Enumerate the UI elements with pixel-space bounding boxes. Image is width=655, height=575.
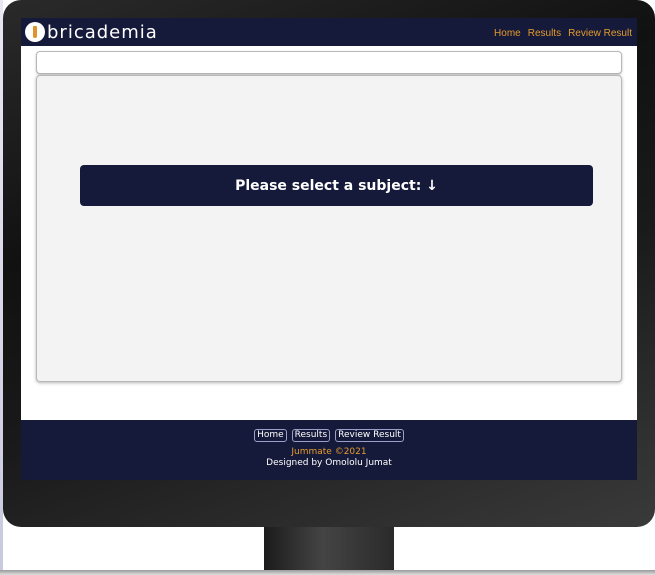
footer: Home Results Review Result Jummate ©2021… xyxy=(21,420,637,480)
main-panel: Please select a subject: ↓ xyxy=(36,75,622,382)
desk-line xyxy=(0,570,655,575)
screen: bricademia Home Results Review Result Pl… xyxy=(21,18,637,480)
footer-home-link[interactable]: Home xyxy=(254,429,287,442)
logo[interactable]: bricademia xyxy=(25,21,158,43)
logo-text: bricademia xyxy=(47,21,158,43)
monitor-stand xyxy=(264,527,394,570)
top-input-box xyxy=(36,51,622,74)
nav-results-link[interactable]: Results xyxy=(528,28,561,39)
footer-links: Home Results Review Result xyxy=(21,429,637,442)
footer-review-result-link[interactable]: Review Result xyxy=(335,429,404,442)
select-subject-button[interactable]: Please select a subject: ↓ xyxy=(80,165,593,206)
copyright-text: Jummate ©2021 xyxy=(291,447,367,457)
navbar: bricademia Home Results Review Result xyxy=(21,18,637,46)
nav-links: Home Results Review Result xyxy=(494,28,632,39)
footer-results-link[interactable]: Results xyxy=(291,429,331,442)
designer-credit: Designed by Omololu Jumat xyxy=(266,458,392,468)
nav-review-result-link[interactable]: Review Result xyxy=(568,28,632,39)
logo-icon xyxy=(25,22,45,42)
nav-home-link[interactable]: Home xyxy=(494,28,521,39)
